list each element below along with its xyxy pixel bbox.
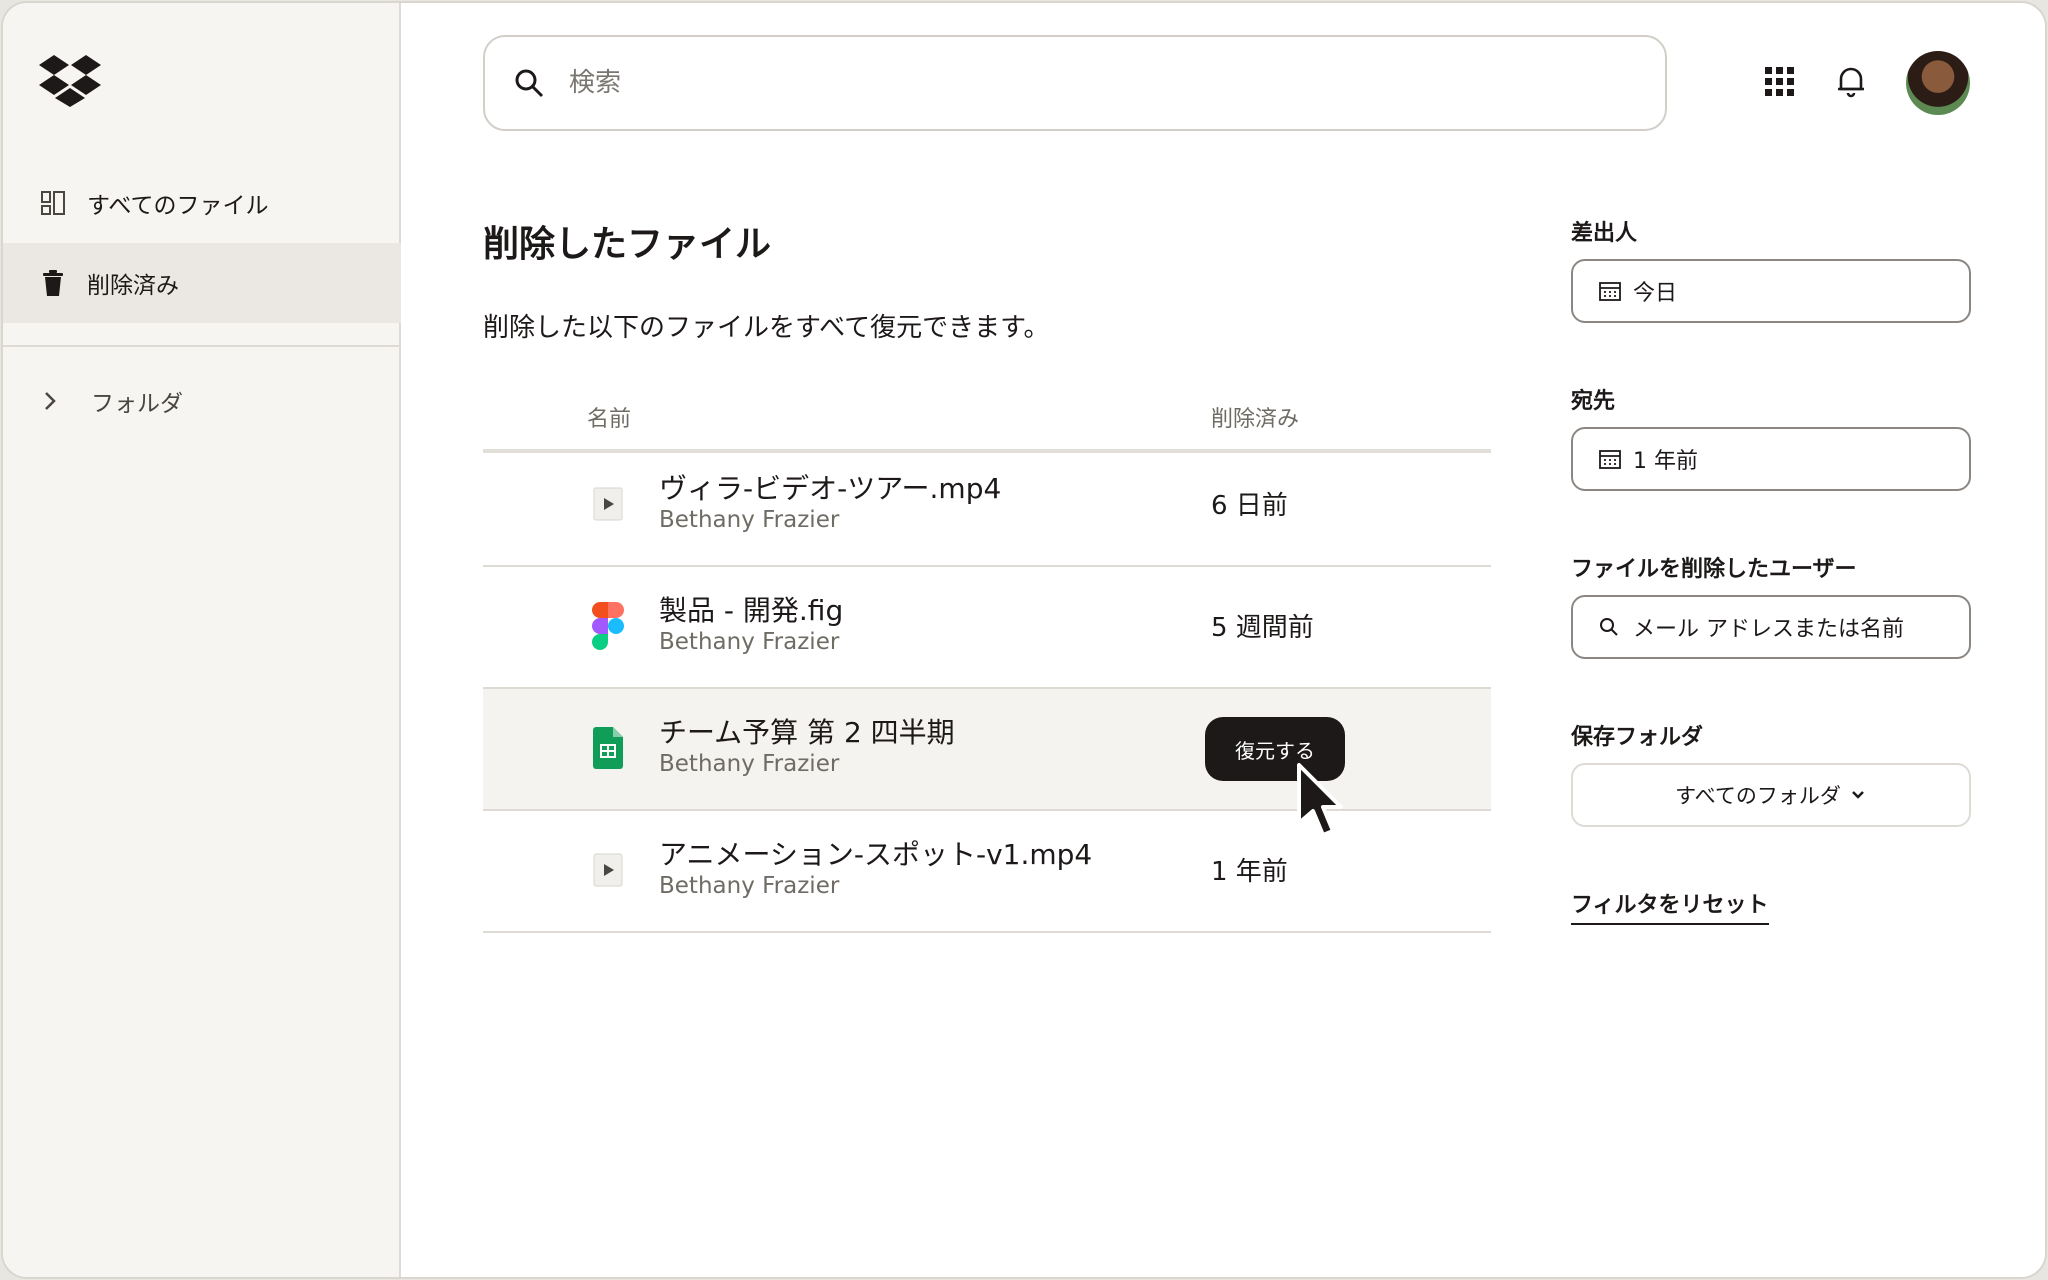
file-name[interactable]: アニメーション-スポット-v1.mp4 xyxy=(659,833,1092,873)
apps-grid-icon[interactable] xyxy=(1761,63,1797,99)
mouse-cursor-icon xyxy=(1297,763,1343,837)
sidebar-item-label: フォルダ xyxy=(91,391,183,417)
chevron-right-icon xyxy=(43,390,65,412)
video-file-icon xyxy=(591,479,625,529)
trash-icon xyxy=(39,269,67,297)
filter-folder-label: 保存フォルダ xyxy=(1571,725,1704,750)
file-name[interactable]: ヴィラ-ビデオ-ツアー.mp4 xyxy=(659,467,1001,507)
deleted-time: 1 年前 xyxy=(1211,857,1288,887)
file-owner: Bethany Frazier xyxy=(659,507,840,533)
table-row[interactable]: ヴィラ-ビデオ-ツアー.mp4 Bethany Frazier 6 日前 xyxy=(483,445,1491,567)
file-owner: Bethany Frazier xyxy=(659,629,840,655)
table-row[interactable]: 製品 - 開発.fig Bethany Frazier 5 週間前 xyxy=(483,567,1491,689)
filter-to-value: 1 年前 xyxy=(1633,449,1698,474)
deleted-time: 6 日前 xyxy=(1211,491,1288,521)
video-file-icon xyxy=(591,845,625,895)
file-owner: Bethany Frazier xyxy=(659,751,840,777)
sidebar-item-folders[interactable]: フォルダ xyxy=(43,381,183,421)
filter-from-value: 今日 xyxy=(1633,281,1678,306)
calendar-icon xyxy=(1599,279,1623,303)
folder-select[interactable]: すべてのフォルダ xyxy=(1571,763,1971,827)
dropbox-logo-icon[interactable] xyxy=(39,55,101,107)
filter-user-field[interactable]: メール アドレスまたは名前 xyxy=(1571,595,1971,659)
file-name[interactable]: 製品 - 開発.fig xyxy=(659,589,843,629)
figma-file-icon xyxy=(591,601,625,651)
sidebar-divider xyxy=(3,345,401,347)
column-header-name[interactable]: 名前 xyxy=(587,401,631,433)
folder-select-value: すべてのフォルダ xyxy=(1675,784,1841,808)
page-title: 削除したファイル xyxy=(483,224,772,265)
app-window: すべてのファイル 削除済み フォルダ 検索 削除したファイル 削除した以下のファ… xyxy=(1,1,2047,1279)
all-files-icon xyxy=(39,189,67,217)
filter-user-label: ファイルを削除したユーザー xyxy=(1571,557,1857,582)
sheets-file-icon xyxy=(591,723,625,773)
chevron-down-icon xyxy=(1851,787,1867,803)
sidebar-item-label: すべてのファイル xyxy=(87,193,269,219)
sidebar: すべてのファイル 削除済み フォルダ xyxy=(3,3,401,1277)
filter-to-field[interactable]: 1 年前 xyxy=(1571,427,1971,491)
reset-filters-link[interactable]: フィルタをリセット xyxy=(1571,887,1769,925)
filter-from-label: 差出人 xyxy=(1571,221,1638,246)
bell-icon[interactable] xyxy=(1833,63,1869,99)
search-icon xyxy=(1599,615,1623,639)
sidebar-item-deleted[interactable]: 削除済み xyxy=(3,243,401,323)
filter-user-placeholder: メール アドレスまたは名前 xyxy=(1633,617,1904,642)
file-owner: Bethany Frazier xyxy=(659,873,840,899)
calendar-icon xyxy=(1599,447,1623,471)
filter-from-field[interactable]: 今日 xyxy=(1571,259,1971,323)
sidebar-item-label: 削除済み xyxy=(87,273,179,299)
search-bar[interactable] xyxy=(483,35,1667,131)
deleted-time: 5 週間前 xyxy=(1211,613,1314,643)
search-input[interactable] xyxy=(569,68,1569,98)
filter-to-label: 宛先 xyxy=(1571,389,1616,414)
avatar[interactable] xyxy=(1906,51,1970,115)
column-header-deleted[interactable]: 削除済み xyxy=(1211,401,1299,433)
sidebar-item-all-files[interactable]: すべてのファイル xyxy=(3,163,401,243)
search-icon xyxy=(515,69,544,98)
file-name[interactable]: チーム予算 第 2 四半期 xyxy=(659,711,955,751)
page-subtitle: 削除した以下のファイルをすべて復元できます。 xyxy=(483,313,1050,343)
